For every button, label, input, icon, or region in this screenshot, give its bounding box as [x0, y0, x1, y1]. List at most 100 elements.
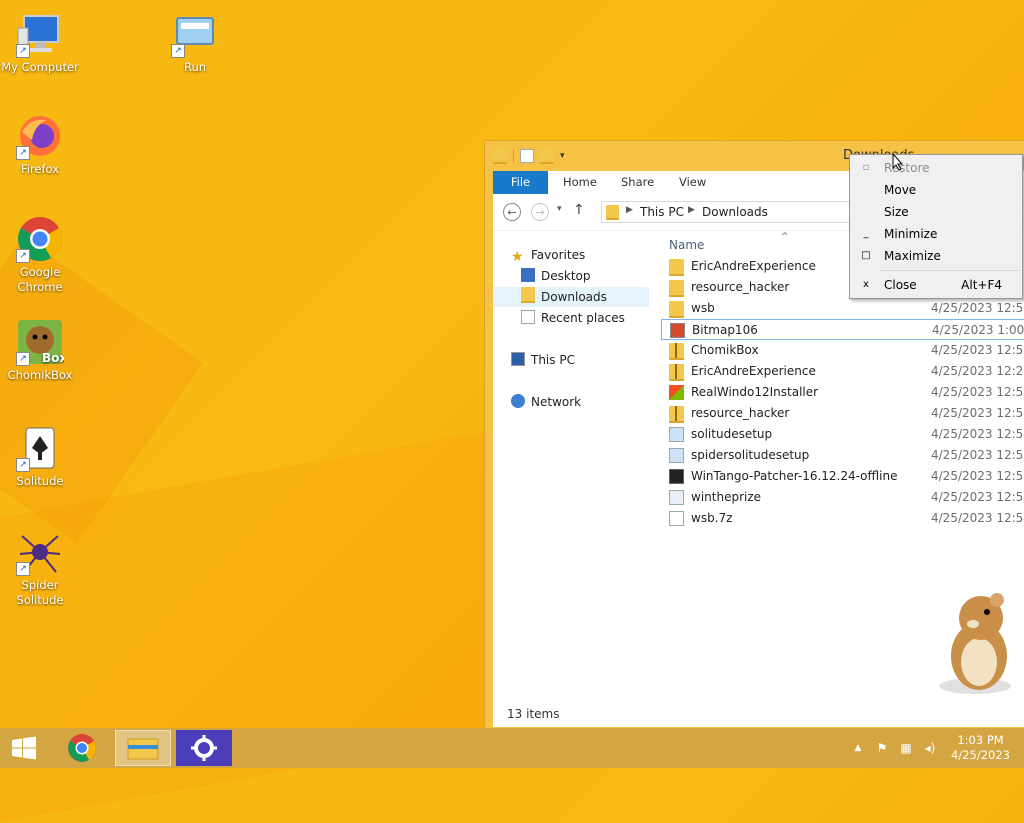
- chrome-icon: ↗: [16, 215, 64, 263]
- file-row[interactable]: RealWindo12Installer 4/25/2023 12:51 PM: [661, 382, 1024, 403]
- properties-icon[interactable]: [520, 149, 534, 163]
- column-header-name[interactable]: Name: [669, 238, 704, 252]
- nav-network[interactable]: Network: [511, 392, 581, 412]
- action-center-flag-icon[interactable]: ⚑: [874, 740, 890, 756]
- maximize-icon: □: [861, 250, 871, 261]
- application-icon: [669, 469, 684, 484]
- file-row[interactable]: wsb.7z 4/25/2023 12:54 PM: [661, 508, 1024, 529]
- system-clock[interactable]: 1:03 PM 4/25/2023: [951, 733, 1010, 763]
- navigation-pane: ★ Favorites Desktop Downloads Recent plac…: [493, 230, 653, 697]
- star-icon: ★: [511, 249, 524, 265]
- new-folder-icon[interactable]: [540, 148, 554, 164]
- back-button[interactable]: ←: [503, 203, 521, 221]
- desktop-icon-label: Google Chrome: [17, 265, 63, 294]
- file-row[interactable]: EricAndreExperience 4/25/2023 12:22 PM: [661, 361, 1024, 382]
- network-icon[interactable]: ▦: [898, 740, 914, 756]
- desktop-icon-label: ChomikBox: [7, 368, 73, 382]
- bitmap-icon: [670, 323, 685, 338]
- zip-archive-icon: [669, 343, 684, 360]
- application-icon: [669, 490, 684, 505]
- desktop-icon-chomikbox[interactable]: Box ↗ ChomikBox: [0, 318, 80, 383]
- desktop-icon-google-chrome[interactable]: ↗ Google Chrome: [0, 215, 80, 295]
- desktop-icon: [521, 268, 535, 282]
- menu-item-size[interactable]: Size: [850, 201, 1022, 223]
- installer-icon: [669, 385, 684, 400]
- file-row[interactable]: spidersolitudesetup 4/25/2023 12:58 PM: [661, 445, 1024, 466]
- file-row[interactable]: Bitmap106 4/25/2023 1:00 PM: [661, 319, 1024, 340]
- menu-item-close[interactable]: x Close Alt+F4: [850, 274, 1022, 296]
- address-segment-downloads[interactable]: Downloads: [702, 205, 768, 219]
- restore-icon: ▫: [862, 162, 870, 173]
- sort-ascending-icon: ^: [781, 232, 789, 242]
- status-bar: 13 items: [507, 707, 560, 721]
- downloads-icon: [521, 287, 535, 303]
- nav-desktop[interactable]: Desktop: [521, 266, 591, 286]
- folder-icon: [669, 280, 684, 297]
- file-row[interactable]: wintheprize 4/25/2023 12:56 PM: [661, 487, 1024, 508]
- nav-downloads[interactable]: Downloads: [493, 287, 649, 307]
- tab-view[interactable]: View: [679, 171, 706, 194]
- desktop-icon-label: Run: [183, 60, 207, 74]
- menu-separator: [880, 270, 1020, 271]
- windows-logo-icon: [12, 736, 36, 760]
- chomikbox-icon: Box ↗: [16, 318, 67, 366]
- gear-icon: [176, 730, 232, 766]
- desktop-icon-label: My Computer: [1, 60, 79, 74]
- address-segment-this-pc[interactable]: This PC: [640, 205, 684, 219]
- file-row[interactable]: WinTango-Patcher-16.12.24-offline 4/25/2…: [661, 466, 1024, 487]
- file-list: Name ^ EricAndreExperience resource_hack…: [661, 230, 1024, 697]
- nav-recent-places[interactable]: Recent places: [521, 308, 625, 328]
- desktop-icon-firefox[interactable]: ↗ Firefox: [0, 112, 80, 177]
- setup-icon: [669, 427, 684, 442]
- nav-favorites[interactable]: ★ Favorites: [511, 245, 585, 265]
- zip-archive-icon: [669, 406, 684, 423]
- file-row[interactable]: resource_hacker 4/25/2023 12:59 PM: [661, 403, 1024, 424]
- folder-icon[interactable]: [493, 148, 507, 164]
- tab-share[interactable]: Share: [621, 171, 654, 194]
- recent-places-icon: [521, 310, 535, 324]
- taskbar-chrome-button[interactable]: [54, 730, 110, 766]
- tab-file[interactable]: File: [493, 171, 548, 194]
- minimize-icon: _: [863, 228, 869, 239]
- cards-icon: ↗: [16, 424, 64, 472]
- taskbar-file-explorer-button[interactable]: [115, 730, 171, 766]
- quick-access-toolbar: ▾: [493, 148, 574, 164]
- firefox-icon: ↗: [16, 112, 64, 160]
- desktop-icon-run[interactable]: ↗ Run: [155, 10, 235, 75]
- menu-item-minimize[interactable]: _ Minimize: [850, 223, 1022, 245]
- volume-icon[interactable]: ◂): [922, 740, 938, 756]
- forward-button[interactable]: →: [531, 203, 549, 221]
- desktop-icon-label: Solitude: [16, 474, 64, 488]
- menu-item-maximize[interactable]: □ Maximize: [850, 245, 1022, 267]
- up-arrow-icon[interactable]: ↑: [573, 202, 585, 218]
- chevron-down-icon[interactable]: ▾: [560, 149, 574, 163]
- clock-time: 1:03 PM: [957, 733, 1004, 747]
- start-button[interactable]: [0, 728, 48, 768]
- close-shortcut: Alt+F4: [961, 278, 1002, 292]
- run-icon: ↗: [171, 10, 219, 58]
- desktop-icon-label: Spider Solitude: [16, 578, 64, 607]
- file-explorer-icon: [127, 738, 159, 760]
- folder-icon: [669, 301, 684, 318]
- show-hidden-icons-icon[interactable]: ▲: [850, 740, 866, 756]
- taskbar-settings-button[interactable]: [176, 730, 232, 766]
- zip-archive-icon: [669, 364, 684, 381]
- recent-locations-icon[interactable]: ▾: [557, 204, 562, 214]
- window-context-menu: ▫ Restore Move Size _ Minimize □ Maximiz…: [849, 154, 1023, 299]
- computer-icon: [511, 352, 525, 366]
- nav-this-pc[interactable]: This PC: [511, 350, 575, 370]
- menu-item-restore[interactable]: ▫ Restore: [850, 157, 1022, 179]
- hamster-image: [931, 588, 1021, 698]
- desktop-icon-my-computer[interactable]: ↗ My Computer: [0, 10, 80, 75]
- tab-home[interactable]: Home: [563, 171, 597, 194]
- setup-icon: [669, 448, 684, 463]
- desktop-icon-solitude[interactable]: ↗ Solitude: [0, 424, 80, 489]
- taskbar: ▲ ⚑ ▦ ◂) 1:03 PM 4/25/2023: [0, 728, 1024, 768]
- network-icon: [511, 394, 525, 408]
- file-row[interactable]: wsb 4/25/2023 12:55 PM: [661, 298, 1024, 319]
- menu-item-move[interactable]: Move: [850, 179, 1022, 201]
- desktop-icon-spider-solitude[interactable]: ↗ Spider Solitude: [0, 528, 80, 608]
- file-icon: [669, 511, 684, 526]
- file-row[interactable]: solitudesetup 4/25/2023 12:58 PM: [661, 424, 1024, 445]
- file-row[interactable]: ChomikBox 4/25/2023 12:56 PM: [661, 340, 1024, 361]
